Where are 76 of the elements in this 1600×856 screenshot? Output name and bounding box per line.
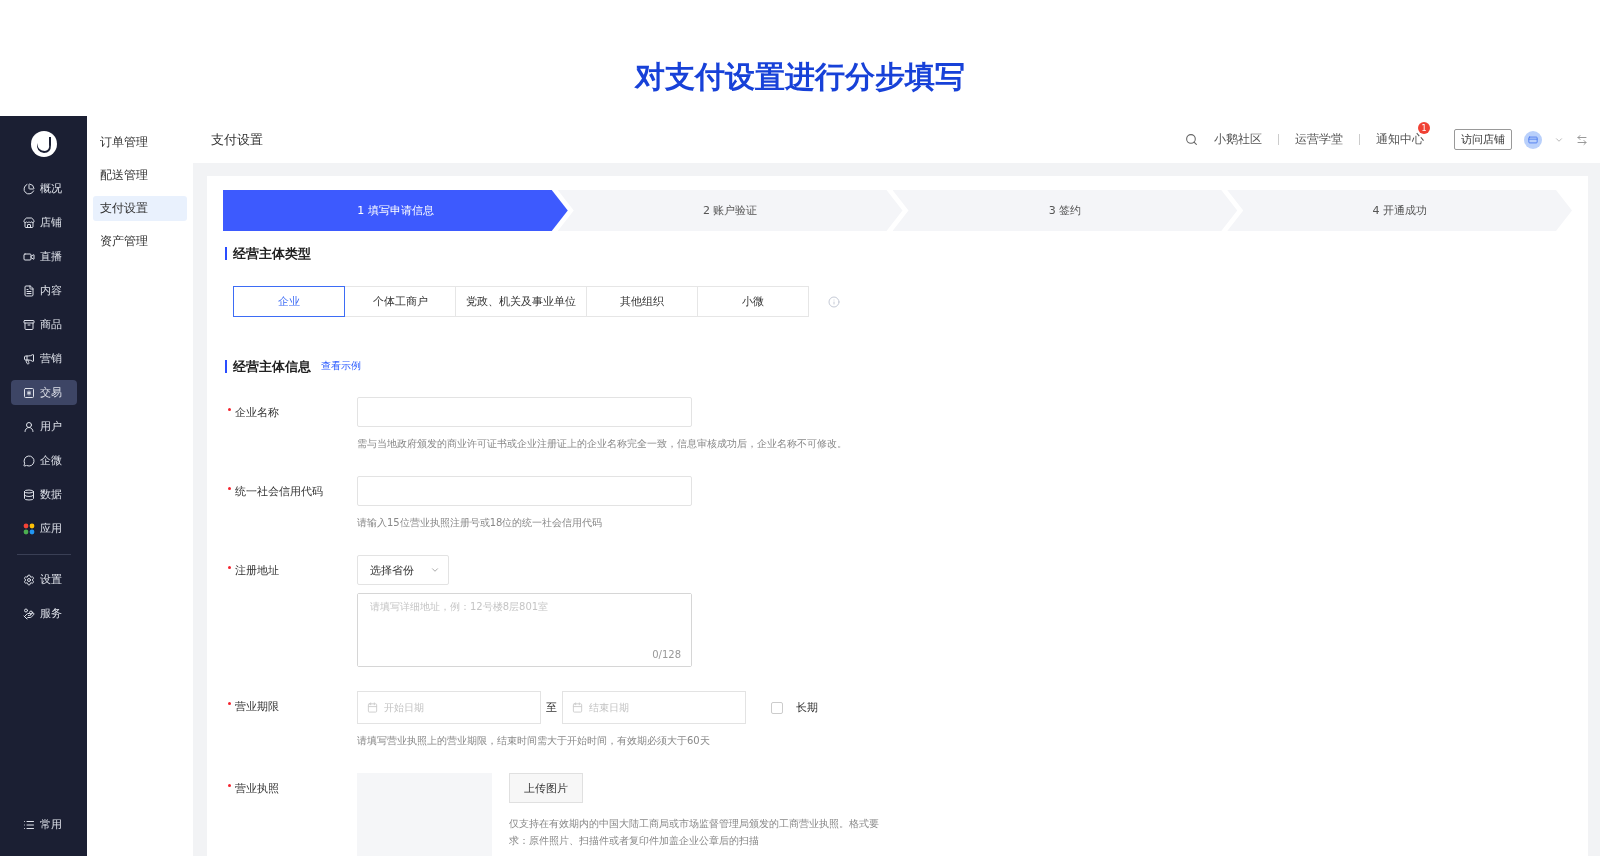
- sidebar-item[interactable]: 营销: [10, 346, 77, 371]
- field-label: 营业期限: [223, 691, 357, 749]
- nav-link[interactable]: 运营学堂: [1291, 131, 1347, 148]
- chat-icon: [22, 454, 35, 467]
- database-icon: [22, 488, 35, 501]
- field-label: 注册地址: [223, 555, 357, 667]
- page-title: 支付设置: [211, 130, 264, 149]
- pie-chart-icon: [22, 182, 35, 195]
- field-label: 企业名称: [223, 397, 357, 452]
- field-hint: 请填写营业执照上的营业期限，结束时间需大于开始时间，有效期必须大于60天: [357, 734, 710, 748]
- sidebar-item[interactable]: 交易: [10, 380, 77, 405]
- step: 1 填写申请信息: [223, 190, 568, 231]
- field-hint: 请输入15位营业执照注册号或18位的统一社会信用代码: [357, 516, 603, 530]
- field-hint: 需与当地政府颁发的商业许可证书或企业注册证上的企业名称完全一致，信息审核成功后，企业名称不可修改。: [357, 437, 847, 451]
- apps-icon: [22, 522, 35, 535]
- logo-icon: [29, 130, 58, 158]
- entity-type-tab[interactable]: 小微: [697, 286, 809, 317]
- sidebar-item[interactable]: 内容: [10, 278, 77, 303]
- search-icon[interactable]: [1185, 133, 1198, 146]
- range-separator: 至: [546, 700, 557, 715]
- sidebar-item[interactable]: 店铺: [10, 210, 77, 235]
- visit-store-button[interactable]: 访问店铺: [1454, 129, 1512, 150]
- sidebar-item[interactable]: 用户: [10, 414, 77, 439]
- sidebar-item[interactable]: 概况: [10, 176, 77, 201]
- sidebar-item[interactable]: 服务: [10, 601, 77, 626]
- checkbox-label: 长期: [796, 700, 818, 715]
- sidebar-item[interactable]: 数据: [10, 482, 77, 507]
- entity-type-tab[interactable]: 企业: [233, 286, 345, 317]
- step: 4 开通成功: [1227, 190, 1572, 231]
- text-field[interactable]: [357, 397, 692, 427]
- entity-type-tab[interactable]: 个体工商户: [344, 286, 456, 317]
- sidebar-item[interactable]: 商品: [10, 312, 77, 337]
- nav-link[interactable]: 小鹅社区: [1210, 131, 1266, 148]
- hand-icon: [22, 607, 35, 620]
- field-label: 营业执照: [223, 773, 357, 856]
- list-icon: [22, 818, 35, 831]
- video-icon: [22, 250, 35, 263]
- submenu-item[interactable]: 支付设置: [93, 196, 187, 221]
- square-icon: [22, 386, 35, 399]
- caret-icon: [430, 565, 440, 575]
- switch-icon[interactable]: [1576, 133, 1588, 146]
- calendar-icon: [367, 702, 378, 713]
- step: 2 账户验证: [557, 190, 903, 231]
- field-hint: 仅支持在有效期内的中国大陆工商局或市场监督管理局颁发的工商营业执照。格式要求：原件照片、扫描件或者复印件加盖企业公章后的扫描: [509, 817, 879, 848]
- example-link[interactable]: 查看示例: [321, 359, 361, 373]
- info-icon[interactable]: [828, 295, 840, 308]
- box-icon: [22, 318, 35, 331]
- step: 3 签约: [892, 190, 1238, 231]
- settings-icon: [22, 573, 35, 586]
- sidebar-item[interactable]: 直播: [10, 244, 77, 269]
- megaphone-icon: [22, 352, 35, 365]
- submenu-item[interactable]: 订单管理: [93, 130, 187, 155]
- sidebar-item[interactable]: 应用: [10, 516, 77, 541]
- upload-button[interactable]: 上传图片: [509, 773, 583, 803]
- province-select[interactable]: 选择省份: [357, 555, 449, 585]
- field-label: 统一社会信用代码: [223, 476, 357, 531]
- document-icon: [22, 284, 35, 297]
- entity-type-tab[interactable]: 党政、机关及事业单位: [455, 286, 587, 317]
- submenu-item[interactable]: 资产管理: [93, 229, 187, 254]
- user-icon: [22, 420, 35, 433]
- submenu-item[interactable]: 配送管理: [93, 163, 187, 188]
- banner-title: 对支付设置进行分步填写: [635, 58, 965, 96]
- notification-badge: 1: [1418, 122, 1430, 134]
- entity-type-tab[interactable]: 其他组织: [586, 286, 698, 317]
- sidebar-item[interactable]: 企微: [10, 448, 77, 473]
- section-title: 经营主体信息: [225, 359, 311, 373]
- sidebar-item[interactable]: 设置: [10, 567, 77, 592]
- calendar-icon: [572, 702, 583, 713]
- text-field[interactable]: [357, 476, 692, 506]
- avatar[interactable]: [1524, 130, 1542, 149]
- long-term-checkbox[interactable]: [771, 701, 783, 714]
- nav-link[interactable]: 通知中心: [1372, 131, 1428, 148]
- char-counter: 0/128: [652, 649, 681, 660]
- store-icon: [22, 216, 35, 229]
- sidebar-item[interactable]: 常用: [10, 812, 77, 837]
- section-title: 经营主体类型: [225, 247, 311, 260]
